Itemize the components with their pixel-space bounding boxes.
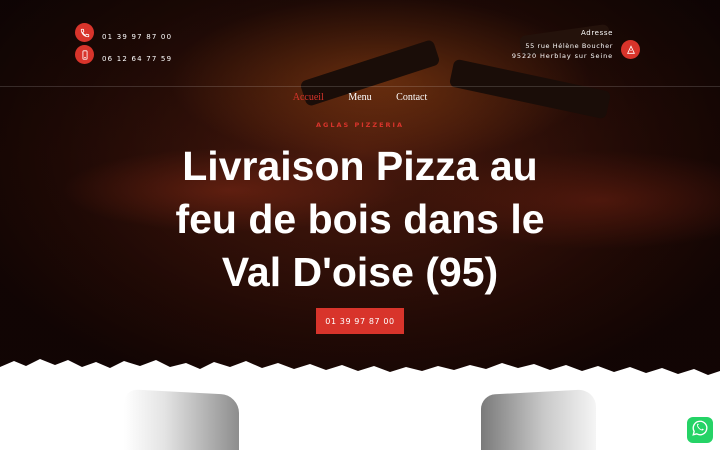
nav-item-contact[interactable]: Contact — [396, 92, 427, 103]
feature-card-left — [124, 388, 239, 450]
address-line-2: 95220 Herblay sur Seine — [511, 52, 613, 60]
feature-card-right — [481, 388, 596, 450]
phone-secondary-row[interactable]: 06 12 64 77 59 — [75, 45, 172, 64]
main-navigation: Accueil Menu Contact — [0, 92, 720, 103]
pizza-slice-icon — [621, 40, 640, 59]
nav-item-accueil[interactable]: Accueil — [293, 92, 324, 103]
address-line-1: 55 rue Hélène Boucher — [525, 42, 613, 50]
whatsapp-chat-button[interactable] — [687, 417, 713, 443]
call-button[interactable]: 01 39 97 87 00 — [316, 308, 404, 334]
hero-title-line-2: feu de bois dans le — [175, 196, 545, 242]
phone-primary-text[interactable]: 01 39 97 87 00 — [102, 33, 172, 41]
nav-item-menu[interactable]: Menu — [348, 92, 371, 103]
mobile-phone-icon — [75, 45, 94, 64]
address-label: Adresse — [581, 29, 613, 37]
torn-paper-divider — [0, 359, 720, 395]
hero-kicker: AGLAS PIZZERIA — [316, 121, 404, 129]
hero-title-line-1: Livraison Pizza au — [182, 143, 538, 189]
hero-title-line-3: Val D'oise (95) — [221, 249, 499, 295]
whatsapp-icon — [691, 419, 709, 441]
top-contact-bar: 01 39 97 87 00 06 12 64 77 59 Adresse 55… — [0, 0, 720, 87]
hero-title: Livraison Pizza au feu de bois dans le V… — [0, 140, 720, 299]
phone-secondary-text[interactable]: 06 12 64 77 59 — [102, 55, 172, 63]
phone-primary-row[interactable]: 01 39 97 87 00 — [75, 23, 172, 42]
phone-icon — [75, 23, 94, 42]
address-block: Adresse 55 rue Hélène Boucher 95220 Herb… — [512, 28, 613, 61]
